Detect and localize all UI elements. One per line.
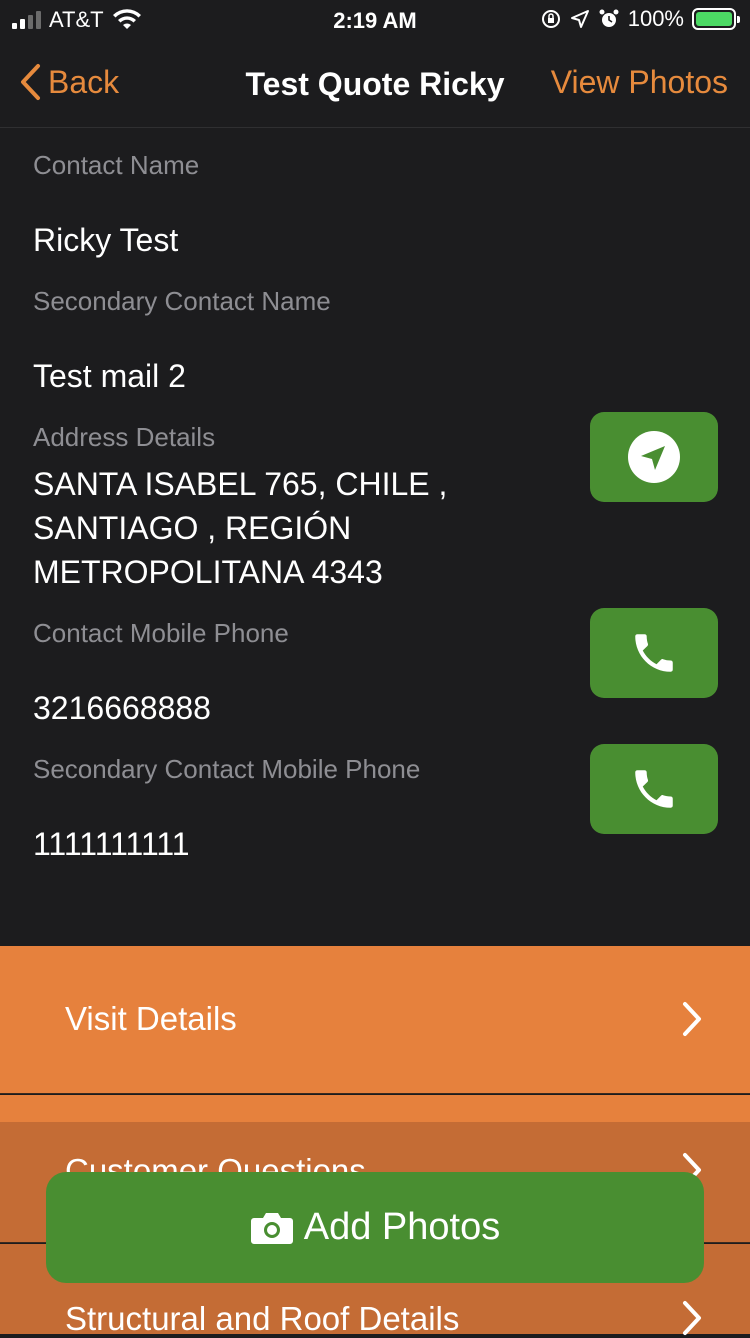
- chevron-right-icon: [683, 1301, 701, 1335]
- back-label: Back: [48, 63, 120, 100]
- secondary-contact-name-value: Test mail 2: [33, 358, 186, 394]
- navigation-bar: Back Test Quote Ricky View Photos: [0, 40, 750, 128]
- navigate-button[interactable]: [590, 412, 718, 502]
- camera-icon: [250, 1212, 293, 1244]
- phone-icon: [635, 770, 673, 808]
- contact-mobile-value: 3216668888: [33, 690, 211, 726]
- add-photos-button[interactable]: Add Photos: [46, 1172, 704, 1283]
- call-secondary-button[interactable]: [590, 744, 718, 834]
- address-label: Address Details: [33, 422, 216, 452]
- alarm-icon: [599, 9, 619, 27]
- menu-item-label: Structural and Roof Details: [65, 1300, 460, 1337]
- chevron-right-icon: [683, 1002, 701, 1036]
- secondary-mobile-value: 1111111111: [33, 826, 190, 862]
- phone-icon: [635, 634, 673, 672]
- secondary-contact-name-label: Secondary Contact Name: [33, 286, 331, 316]
- location-icon: [570, 10, 589, 28]
- secondary-mobile-label: Secondary Contact Mobile Phone: [33, 754, 421, 784]
- status-right: 100%: [540, 6, 740, 32]
- address-value: SANTA ISABEL 765, CHILE , SANTIAGO , REG…: [33, 466, 448, 590]
- battery-charging-icon: [692, 8, 740, 30]
- battery-percent: 100%: [627, 6, 684, 31]
- navigation-arrow-icon: [628, 431, 680, 483]
- contact-mobile-label: Contact Mobile Phone: [33, 618, 289, 648]
- view-photos-button[interactable]: View Photos: [551, 64, 728, 101]
- contact-name-value: Ricky Test: [33, 222, 179, 258]
- call-contact-button[interactable]: [590, 608, 718, 698]
- status-bar: AT&T 2:19 AM 100%: [0, 0, 750, 40]
- add-photos-label: Add Photos: [303, 1206, 501, 1248]
- orientation-lock-icon: [541, 10, 560, 28]
- menu-item-visit-details[interactable]: Visit Details: [0, 946, 750, 1094]
- chevron-left-icon: [21, 64, 40, 100]
- contact-name-label: Contact Name: [33, 150, 200, 180]
- menu-item-label: Visit Details: [65, 1000, 237, 1037]
- back-button[interactable]: Back: [18, 62, 119, 102]
- menu-spacer: [0, 1095, 750, 1122]
